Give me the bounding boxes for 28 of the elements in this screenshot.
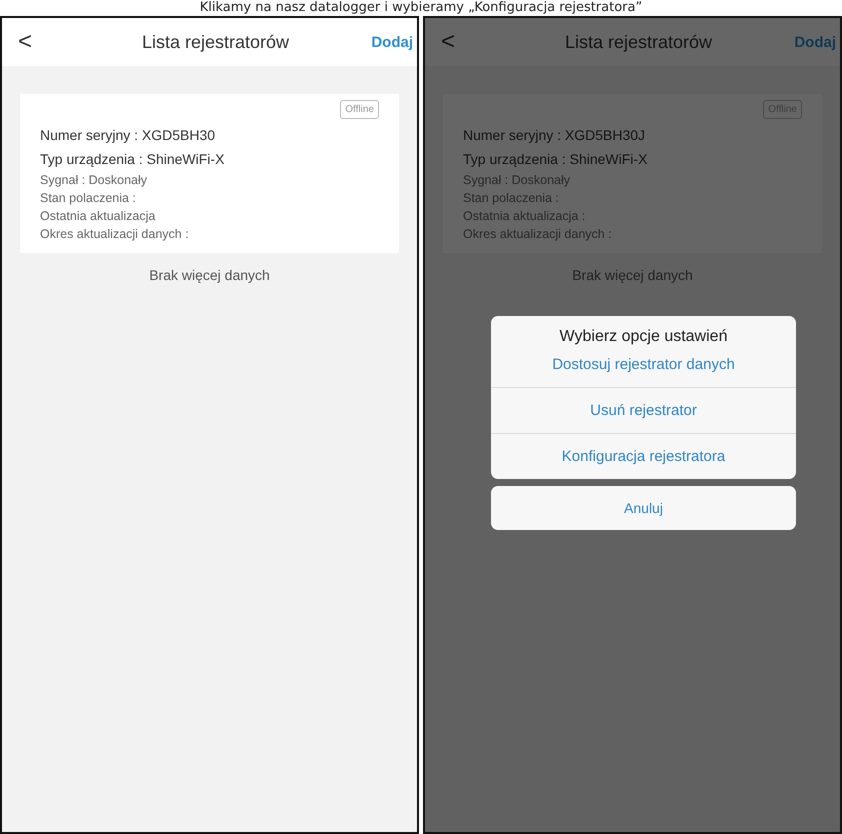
screen-title: Lista rejestratorów (564, 32, 714, 52)
device-field: Sygnał : Doskonały (40, 171, 379, 189)
device-field: Typ urządzenia : ShineWiFi-X (40, 147, 379, 171)
device-field: Okres aktualizacji danych : (463, 225, 802, 243)
dialog-title: Wybierz opcje ustawień (558, 327, 728, 347)
cancel-button[interactable]: Anuluj (491, 486, 796, 530)
caption-text: Klikamy na nasz datalogger i wybieramy „Konfiguracja rejestratora” (198, 0, 644, 16)
dialog-option[interactable]: Konfiguracja rejestratora (491, 433, 796, 479)
device-field: Stan polaczenia : (463, 189, 802, 207)
device-field: Sygnał : Doskonały (463, 171, 802, 189)
device-field: Ostatnia aktualizacja : (463, 207, 802, 225)
no-more-data-text: Brak więcej danych (148, 267, 271, 283)
dialog-option[interactable]: Usuń rejestrator (491, 387, 796, 433)
device-field: Typ urządzenia : ShineWiFi-X (463, 147, 802, 171)
no-more-data-text: Brak więcej danych (571, 267, 694, 283)
device-field: Okres aktualizacji danych : (40, 225, 379, 243)
device-field: Numer seryjny : XGD5BH30 (40, 123, 379, 147)
dialog-option[interactable]: Dostosuj rejestrator danych (491, 348, 796, 387)
device-field: Ostatnia aktualizacja (40, 207, 379, 225)
screen-title: Lista rejestratorów (140, 32, 290, 52)
back-button[interactable]: < (18, 28, 64, 56)
device-field: Numer seryjny : XGD5BH30J (463, 123, 802, 147)
back-button[interactable]: < (441, 28, 487, 56)
status-tag: Offline (340, 100, 379, 119)
device-card[interactable]: Offline Numer seryjny : XGD5BH30 Typ urządzenia : ShineWiFi-X Sygnał : Doskonały Stan polaczenia : Ostatnia aktualizacja Okres aktualizacji danych : (20, 94, 399, 253)
add-link[interactable]: Dodaj (367, 34, 413, 50)
add-link[interactable]: Dodaj (790, 34, 836, 50)
device-field: Stan polaczenia : (40, 189, 379, 207)
